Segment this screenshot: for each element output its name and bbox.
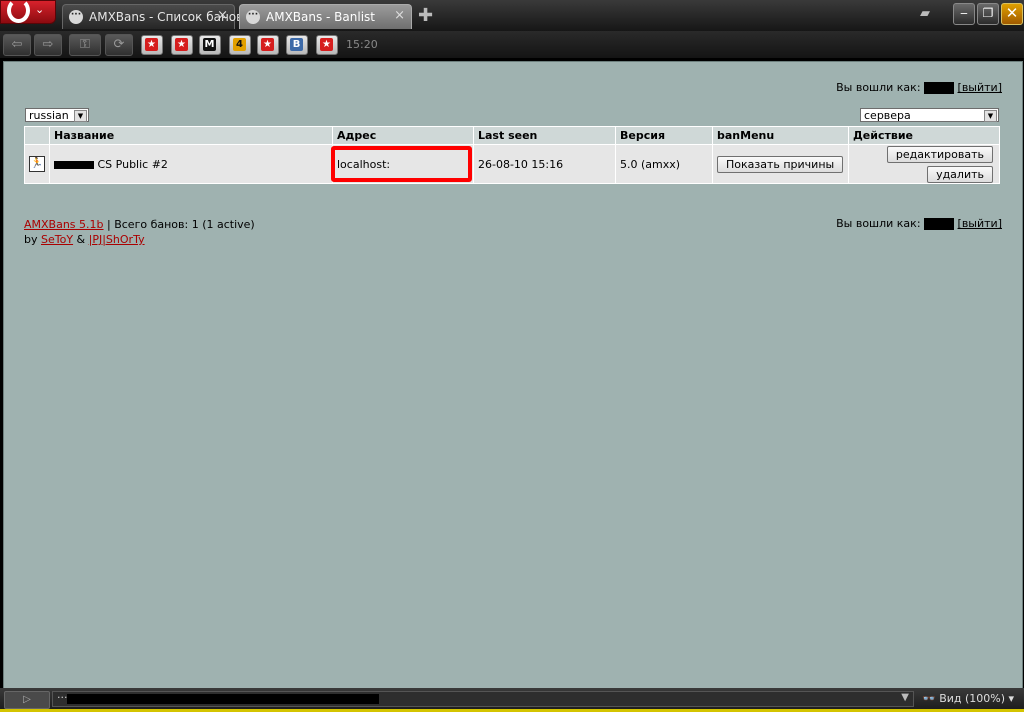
opera-logo-icon [7, 0, 30, 23]
browser-statusbar: ▷ ··· ▼ 👓 Вид (100%) ▾ [0, 688, 1024, 712]
plus-icon[interactable]: ✚ [418, 5, 433, 26]
row-last-seen-cell: 26-08-10 15:16 [473, 144, 616, 184]
number-4-icon: 4 [233, 38, 246, 51]
view-glasses-icon: 👓 [922, 692, 936, 705]
forward-button[interactable]: ⇨ [34, 34, 62, 56]
edit-button[interactable]: редактировать [886, 145, 993, 163]
tab-label: AMXBans - Banlist [266, 10, 376, 24]
reload-button[interactable]: ⟳ [105, 34, 133, 56]
author-shorty-link[interactable]: |PJ|ShOrTy [89, 233, 145, 246]
page-favicon-icon: ··· [69, 10, 83, 24]
panel-toggle-button[interactable]: ▷ [4, 691, 50, 709]
back-button[interactable]: ⇦ [3, 34, 31, 56]
star-icon: ★ [145, 38, 158, 51]
page-footer: AMXBans 5.1b | Всего банов: 1 (1 active)… [24, 217, 255, 247]
redacted-username [924, 218, 955, 230]
tab-bar-menu-icon[interactable]: ▰ [920, 6, 938, 21]
logged-in-label: Вы вошли как: [836, 217, 921, 230]
browser-toolbar: ⇦ ⇨ ⚿ ⟳ ★ ★ M 4 ★ B ★ 15:20 [0, 31, 1024, 58]
logout-link[interactable]: [выйти] [958, 81, 1002, 94]
bookmark-star-1[interactable]: ★ [141, 35, 163, 55]
tab-banlist-ru[interactable]: ··· AMXBans - Список банов × [62, 4, 243, 29]
row-version-cell: 5.0 (amxx) [615, 144, 713, 184]
chevron-down-icon[interactable]: ▼ [901, 692, 909, 703]
header-name: Название [49, 126, 333, 145]
tab-banlist-en[interactable]: ··· AMXBans - Banlist × [239, 4, 412, 29]
server-name: CS Public #2 [97, 157, 168, 171]
close-window-button[interactable]: ✕ [1001, 3, 1023, 25]
header-icon-col [24, 126, 50, 145]
servers-table: Название Адрес Last seen Версия banMenu … [24, 126, 1000, 184]
redacted-server-prefix [54, 160, 94, 169]
row-name-cell: CS Public #2 [49, 144, 333, 184]
last-seen-value: 26-08-10 15:16 [478, 157, 564, 171]
language-select[interactable]: russian ▼ [25, 108, 89, 122]
amxbans-version-link[interactable]: AMXBans 5.1b [24, 218, 104, 231]
header-version: Версия [615, 126, 713, 145]
zoom-label: Вид (100%) [939, 692, 1006, 705]
logged-in-label: Вы вошли как: [836, 81, 921, 94]
author-setoy-link[interactable]: SeToY [41, 233, 73, 246]
star-icon: ★ [261, 38, 274, 51]
star-icon: ★ [320, 38, 333, 51]
chevron-down-icon: ▾ [1008, 692, 1015, 705]
logout-link[interactable]: [выйти] [958, 217, 1002, 230]
restore-button[interactable]: ❐ [977, 3, 999, 25]
header-address: Адрес [332, 126, 474, 145]
total-bans-text: | Всего банов: 1 (1 active) [103, 218, 255, 231]
browser-titlebar: ⌄ ··· AMXBans - Список банов × ··· AMXBa… [0, 0, 1024, 31]
dropdown-arrow-icon: ▼ [74, 110, 87, 122]
header-last-seen: Last seen [473, 126, 616, 145]
header-banmenu: banMenu [712, 126, 849, 145]
address-highlight-box [331, 146, 472, 182]
row-icon-cell: 🏃 [24, 144, 50, 184]
m-logo-icon: M [203, 38, 216, 51]
counter-strike-icon: 🏃 [29, 156, 45, 172]
row-banmenu-cell: Показать причины [712, 144, 849, 184]
zoom-control[interactable]: 👓 Вид (100%) ▾ [922, 692, 1014, 705]
view-select[interactable]: сервера ▼ [860, 108, 999, 122]
header-action: Действие [848, 126, 1000, 145]
language-select-value: russian [29, 109, 69, 122]
delete-button[interactable]: удалить [927, 165, 993, 183]
clock: 15:20 [346, 38, 378, 51]
table-header-row: Название Адрес Last seen Версия banMenu … [24, 126, 1000, 145]
page-favicon-icon: ··· [246, 10, 260, 24]
page-content: Вы вошли как: [выйти] russian ▼ сервера … [3, 61, 1023, 689]
chevron-down-icon: ⌄ [35, 3, 45, 16]
close-tab-icon[interactable]: × [394, 8, 405, 23]
star-icon: ★ [175, 38, 188, 51]
bookmark-star-3[interactable]: ★ [257, 35, 279, 55]
table-row: 🏃 CS Public #2 localhost: 26-08-10 15:16… [24, 144, 1000, 184]
bookmark-vk[interactable]: B [286, 35, 308, 55]
key-icon[interactable]: ⚿ [69, 34, 101, 56]
opera-menu-button[interactable]: ⌄ [0, 0, 56, 24]
minimize-button[interactable]: ‒ [953, 3, 975, 25]
by-label: by [24, 233, 41, 246]
bookmark-m[interactable]: M [199, 35, 221, 55]
bookmark-4[interactable]: 4 [229, 35, 251, 55]
view-select-value: сервера [864, 109, 911, 122]
close-tab-icon[interactable]: × [217, 8, 228, 23]
show-reasons-button[interactable]: Показать причины [717, 155, 844, 173]
loading-dots-icon: ··· [57, 691, 68, 704]
dropdown-arrow-icon: ▼ [984, 110, 997, 122]
redacted-username [924, 82, 955, 94]
ampersand: & [73, 233, 89, 246]
bookmark-star-2[interactable]: ★ [171, 35, 193, 55]
login-status-bottom: Вы вошли как: [выйти] [836, 217, 1002, 230]
status-url-field: ··· ▼ [52, 691, 914, 707]
version-value: 5.0 (amxx) [620, 157, 681, 171]
redacted-status-url [67, 694, 379, 704]
row-action-cell: редактировать удалить [848, 144, 1000, 184]
login-status-top: Вы вошли как: [выйти] [836, 81, 1002, 94]
bookmark-star-4[interactable]: ★ [316, 35, 338, 55]
vk-logo-icon: B [290, 38, 303, 51]
